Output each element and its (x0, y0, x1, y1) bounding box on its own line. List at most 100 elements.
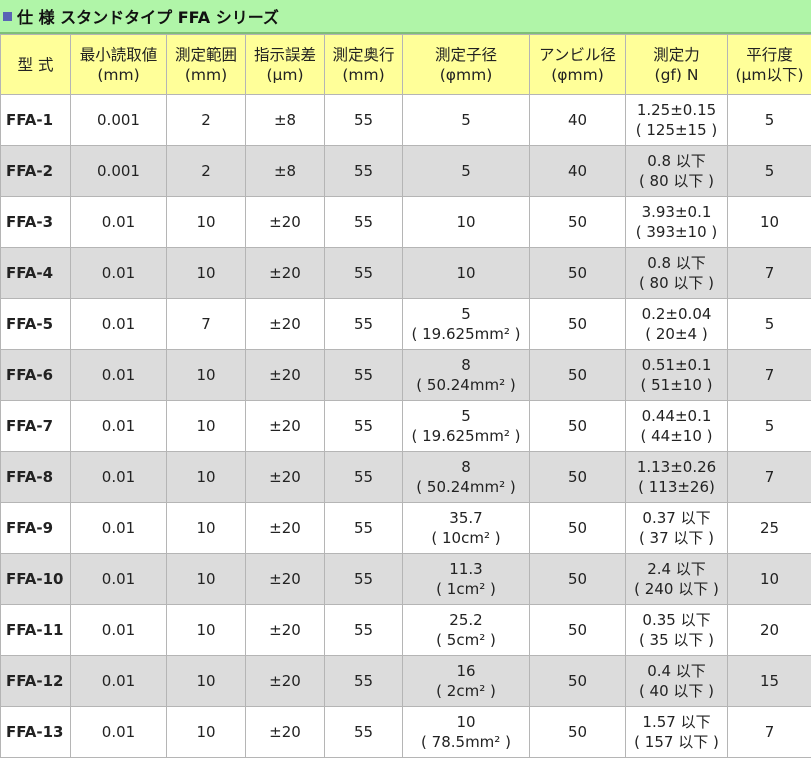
cell-text-line: 20 (759, 621, 780, 639)
cell-text-line: 50 (567, 468, 588, 486)
cell-text-line: ( 40 以下 ) (638, 682, 715, 700)
table-cell: 11.3 ( 1cm² ) (402, 553, 530, 605)
cell-text-line: ±20 (269, 366, 301, 384)
cell-text-line: 7 (764, 366, 775, 384)
column-header: アンビル径 (φmm) (529, 34, 626, 95)
model-cell: FFA-2 (0, 145, 71, 197)
cell-text-line: 測定力 (653, 45, 700, 64)
cell-text-line: ( 125±15 ) (635, 121, 718, 139)
table-cell: 50 (529, 451, 626, 503)
cell-text-line: 50 (567, 315, 588, 333)
table-row: FFA-8 0.01 10 ±20 55 8 ( 50.24mm² ) 50 1.13±0.26… (0, 451, 811, 503)
table-row: FFA-3 0.01 10 ±20 55 10 50 3.93±0.1 ( 393±10 ) 10 (0, 196, 811, 248)
cell-text-line: 0.001 (97, 162, 140, 180)
cell-text-line: 50 (567, 621, 588, 639)
cell-text-line: 25.2 (449, 611, 483, 629)
table-cell: 50 (529, 298, 626, 350)
cell-text-line: 50 (567, 672, 588, 690)
cell-text-line: 0.01 (101, 468, 136, 486)
table-cell: 20 (727, 604, 811, 656)
cell-text-line: 55 (353, 264, 374, 282)
cell-text-line: FFA-8 (6, 468, 54, 486)
table-cell: 0.2±0.04 ( 20±4 ) (625, 298, 728, 350)
table-cell: 7 (727, 247, 811, 299)
cell-text-line: FFA-6 (6, 366, 54, 384)
table-cell: 0.35 以下 ( 35 以下 ) (625, 604, 728, 656)
cell-text-line: ±8 (273, 162, 297, 180)
cell-text-line: 55 (353, 417, 374, 435)
cell-text-line: (µm以下) (735, 65, 804, 84)
cell-text-line: FFA-2 (6, 162, 54, 180)
cell-text-line: ( 80 以下 ) (638, 172, 715, 190)
table-cell: 55 (324, 553, 403, 605)
table-cell: 55 (324, 196, 403, 248)
table-cell: 35.7 ( 10cm² ) (402, 502, 530, 554)
table-cell: 3.93±0.1 ( 393±10 ) (625, 196, 728, 248)
cell-text-line: 50 (567, 366, 588, 384)
cell-text-line: (φmm) (439, 65, 493, 84)
table-cell: 7 (727, 706, 811, 758)
column-header: 平行度 (µm以下) (727, 34, 811, 95)
cell-text-line: 0.4 以下 (647, 662, 706, 680)
table-cell: 55 (324, 502, 403, 554)
table-cell: 8 ( 50.24mm² ) (402, 451, 530, 503)
cell-text-line: 10 (196, 519, 216, 537)
table-cell: 7 (166, 298, 246, 350)
cell-text-line: 2.4 以下 (647, 560, 706, 578)
table-row: FFA-1 0.001 2 ±8 55 5 40 1.25±0.15( 125±15 ) 5 (0, 94, 811, 146)
table-row: FFA-10 0.01 10 ±20 55 11.3 ( 1cm² ) 50 2.4 以下 ( 2… (0, 553, 811, 605)
table-cell: 10 ( 78.5mm² ) (402, 706, 530, 758)
table-cell: 2 (166, 145, 246, 197)
table-row: FFA-11 0.01 10 ±20 55 25.2 ( 5cm² ) 50 0.35 以下 ( … (0, 604, 811, 656)
cell-text-line: 7 (764, 264, 775, 282)
table-cell: 0.8 以下 ( 80 以下 ) (625, 145, 728, 197)
header-row: 型 式最小読取値 (mm) 測定範囲 (mm) 指示誤差 (µm) 測定奥行 (mm) 測定子径… (0, 34, 811, 95)
table-cell: 50 (529, 247, 626, 299)
table-cell: 50 (529, 655, 626, 707)
table-cell: 5 ( 19.625mm² ) (402, 298, 530, 350)
column-header: 測定範囲 (mm) (166, 34, 246, 95)
cell-text-line: (gf) N (654, 65, 699, 84)
cell-text-line: 5 (461, 162, 471, 180)
cell-text-line: ±20 (269, 315, 301, 333)
cell-text-line: 25 (759, 519, 780, 537)
cell-text-line: ( 50.24mm² ) (416, 478, 516, 496)
table-cell: 0.01 (70, 655, 167, 707)
table-row: FFA-2 0.001 2 ±8 55 5 40 0.8 以下( 80 以下 ) 5 (0, 145, 811, 197)
cell-text-line: FFA-7 (6, 417, 54, 435)
table-row: FFA-4 0.01 10 ±20 55 10 50 0.8 以下 ( 80 以下 ) 7 (0, 247, 811, 299)
table-cell: 0.001 (70, 94, 167, 146)
cell-text-line: ±20 (269, 621, 301, 639)
table-cell: ±20 (245, 451, 325, 503)
cell-text-line: 55 (353, 723, 374, 741)
cell-text-line: ±20 (269, 213, 301, 231)
table-cell: 50 (529, 706, 626, 758)
cell-text-line: 50 (567, 723, 588, 741)
table-cell: 5 (727, 145, 811, 197)
cell-text-line: FFA-12 (6, 672, 64, 690)
table-cell: 0.01 (70, 247, 167, 299)
cell-text-line: 55 (353, 366, 374, 384)
table-cell: 0.01 (70, 400, 167, 452)
cell-text-line: アンビル径 (539, 45, 616, 64)
cell-text-line: 10 (196, 621, 216, 639)
cell-text-line: FFA-4 (6, 264, 54, 282)
cell-text-line: 5 (461, 111, 471, 129)
table-cell: 1.25±0.15 ( 125±15 ) (625, 94, 728, 146)
cell-text-line: 0.44±0.1 (641, 407, 712, 425)
table-cell: ±20 (245, 553, 325, 605)
cell-text-line: 50 (567, 264, 588, 282)
cell-text-line: 5 (764, 162, 775, 180)
cell-text-line: 40 (567, 162, 588, 180)
cell-text-line: ( 35 以下 ) (638, 631, 715, 649)
table-cell: 10 (166, 706, 246, 758)
cell-text-line: 15 (759, 672, 780, 690)
table-cell: 55 (324, 706, 403, 758)
cell-text-line: 50 (567, 570, 588, 588)
cell-text-line: 55 (353, 213, 374, 231)
table-cell: 7 (727, 349, 811, 401)
page-title: 仕 様 スタンドタイプ FFA シリーズ (17, 8, 279, 27)
cell-text-line: ( 10cm² ) (431, 529, 501, 547)
cell-text-line: ( 113±26) (638, 478, 715, 496)
cell-text-line: 0.01 (101, 723, 136, 741)
